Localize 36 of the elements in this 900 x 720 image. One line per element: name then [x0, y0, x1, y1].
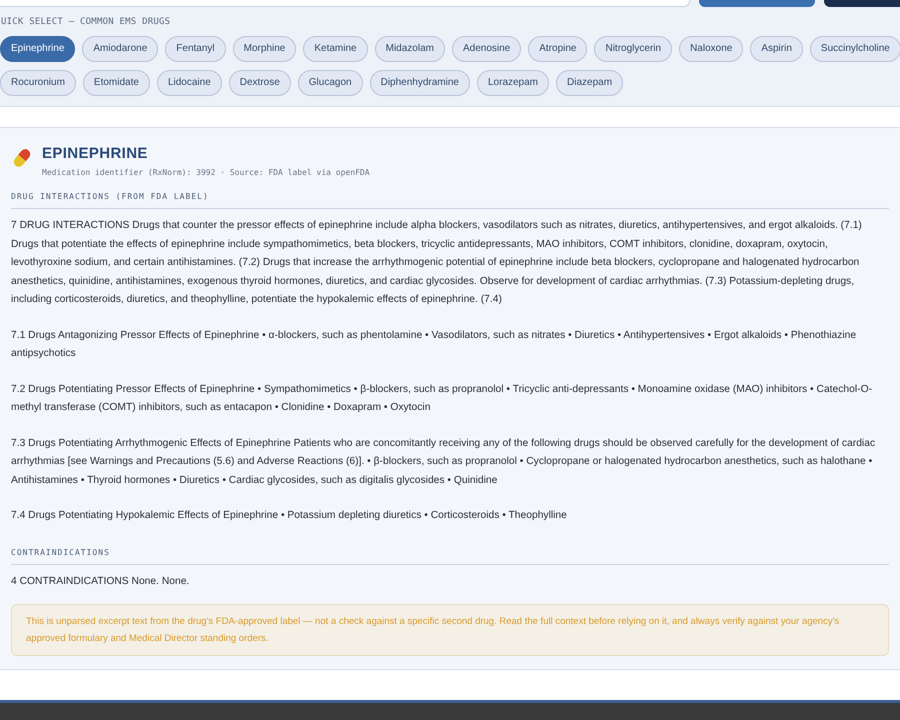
drug-chip[interactable]: Aspirin — [750, 36, 803, 62]
section-paragraph: 7 DRUG INTERACTIONS Drugs that counter the pressor effects of epinephrine include alpha blockers, vasodilators such as nitrates, diuretics, antihypertensives, and ergot alkaloids. (7.1) Drugs that potentiate the effects of epinephrine include sympathomimetics, beta blockers, tricyclic antidepressants, MAO inhibitors, COMT inhibitors, clonidine, doxapram, oxytocin, levothyroxine sodium, and certain antihistamines. (7.2) Drugs that increase the arrhythmogenic potential of epinephrine include beta blockers, cyclopropane and halogenated hydrocarbon anesthetics, quinidine, antihistamines, exogenous thyroid hormones, diuretics, and cardiac glycosides. Observe for development of cardiac arrhythmias. (7.3) Potassium-depleting drugs, including corticosteroids, diuretics, and theophylline, potentiate the hypokalemic effects of epinephrine. (7.4) — [11, 219, 863, 307]
quick-select-label: UICK SELECT — COMMON EMS DRUGS — [1, 16, 172, 29]
section-paragraph: 7.3 Drugs Potentiating Arrhythmogenic Effects of Epinephrine Patients who are concomitantly receiving any of the following drugs should be observed carefully for the development of cardiac arrhythmias [see Warnings and Precautions (5.6) and Adverse Reactions (6)]. • β-blockers, such as propranolol • Cyclopropane or halogenated hydrocarbon anesthetics, such as halothane • Antihistamines • Thyroid hormones • Diuretics • Cardiac glycosides, such as digitalis glycosides • Quinidine — [11, 436, 876, 488]
drug-chip[interactable]: Diphenhydramine — [370, 70, 470, 96]
drug-chip[interactable]: Dextrose — [228, 70, 291, 96]
drug-chip[interactable]: Morphine — [232, 36, 296, 62]
drug-chip[interactable]: Naloxone — [679, 36, 744, 62]
drug-chip[interactable]: Adenosine — [452, 36, 522, 62]
drug-chip[interactable]: Ketamine — [303, 36, 368, 62]
drug-chip[interactable]: Glucagon — [298, 70, 363, 96]
drug-chip[interactable]: Diazepam — [556, 70, 624, 96]
drug-meta: Medication identifier (RxNorm): 3992 · Source: FDA label via openFDA — [42, 167, 370, 179]
drug-chip[interactable]: Nitroglycerin — [594, 36, 672, 62]
drug-chip[interactable]: Amiodarone — [82, 36, 158, 62]
section-heading: CONTRAINDICATIONS — [11, 546, 889, 564]
drug-chip[interactable]: Rocuronium — [0, 70, 76, 96]
drug-chip[interactable]: Epinephrine — [0, 36, 76, 62]
section-paragraph: 7.2 Drugs Potentiating Pressor Effects of Epinephrine • Sympathomimetics • β-blockers, such as propranolol • Tricyclic anti-depressants • Monoamine oxidase (MAO) inhibitors • Catechol-O-methyl transferase (COMT) inhibitors, such as entacapon • Clonidine • Doxapram • Oxytocin — [11, 382, 874, 415]
search-field[interactable] — [0, 0, 690, 7]
notice-banner: This is unparsed excerpt text from the drug's FDA-approved label — not a check against a specific second drug. Read the full context before relying on it, and always verify against your agency's approved formulary and Medical Director standing orders. — [11, 604, 889, 656]
dark-button[interactable] — [824, 0, 900, 7]
section-paragraph: 4 CONTRAINDICATIONS None. None. — [11, 574, 190, 588]
pill-capsule-icon — [11, 146, 33, 168]
drug-chip[interactable]: Etomidate — [82, 70, 150, 96]
drug-chip[interactable]: Atropine — [528, 36, 588, 62]
drug-chip[interactable]: Midazolam — [374, 36, 445, 62]
section-paragraph: 7.4 Drugs Potentiating Hypokalemic Effects of Epinephrine • Potassium depleting diuretics • Corticosteroids • Theophylline — [11, 509, 568, 523]
drug-title: EPINEPHRINE — [42, 144, 149, 164]
section-paragraph: 7.1 Drugs Antagonizing Pressor Effects of Epinephrine • α-blockers, such as phentolamine • Vasodilators, such as nitrates • Diuretics • Antihypertensives • Ergot alkaloids • Phenothiazine antipsychotics — [11, 328, 858, 361]
primary-button[interactable] — [699, 0, 815, 7]
drug-chip[interactable]: Lidocaine — [156, 70, 222, 96]
drug-chip[interactable]: Succinylcholine — [810, 36, 900, 62]
drug-chip[interactable]: Fentanyl — [165, 36, 226, 62]
section-heading: DRUG INTERACTIONS (FROM FDA LABEL) — [11, 191, 889, 209]
drug-chip[interactable]: Lorazepam — [476, 70, 550, 96]
